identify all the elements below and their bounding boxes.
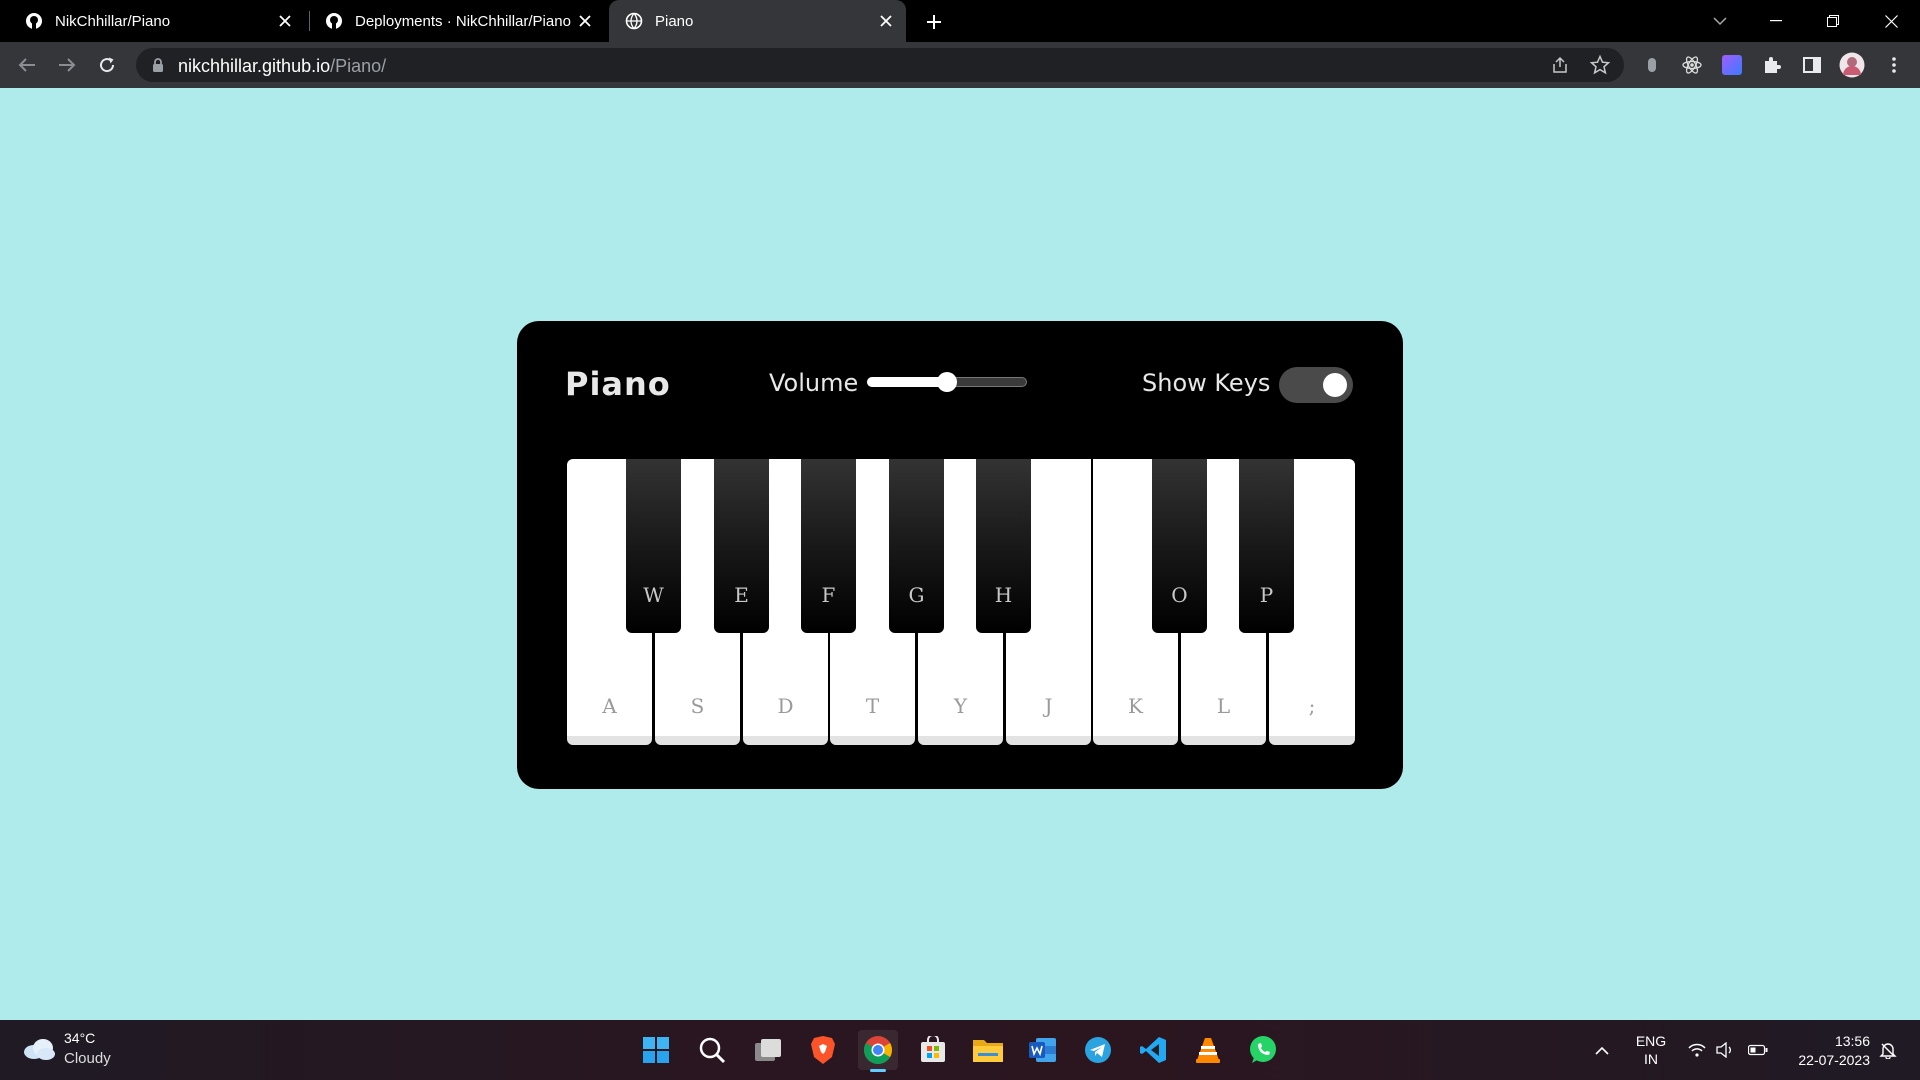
url-path: /Piano/ [330,56,387,76]
url-host: nikchhillar.github.io [178,56,331,76]
black-key[interactable]: W [626,459,681,633]
start-icon[interactable] [636,1030,676,1070]
globe-icon [624,11,644,31]
tab-deployments[interactable]: Deployments · NikChhillar/Piano [300,0,605,42]
show-keys-toggle[interactable] [1279,367,1353,403]
share-icon[interactable] [1548,53,1572,77]
store-icon[interactable] [913,1030,953,1070]
word-icon[interactable] [1023,1030,1063,1070]
lock-icon[interactable] [150,57,166,73]
vlc-icon[interactable] [1188,1030,1228,1070]
volume-label: Volume [769,369,859,397]
black-key[interactable]: E [714,459,769,633]
extension-mouse-icon[interactable] [1638,51,1666,79]
toggle-knob[interactable] [1323,373,1347,397]
piano-title: Piano [565,365,671,403]
black-key[interactable]: O [1152,459,1207,633]
github-icon [324,11,344,31]
url-text[interactable]: nikchhillar.github.io/Piano/ [178,56,386,77]
whatsapp-icon[interactable] [1243,1030,1283,1070]
wifi-icon[interactable] [1686,1020,1708,1080]
tab-title: Piano [655,12,694,30]
chrome-menu-icon[interactable] [1880,51,1908,79]
volume-thumb[interactable] [937,372,957,392]
close-tab-icon[interactable] [575,11,595,31]
language-code: ENG [1635,1033,1667,1049]
tab-piano[interactable]: Piano [609,0,906,42]
forward-button[interactable] [51,49,83,81]
close-tab-icon[interactable] [876,11,896,31]
side-panel-icon[interactable] [1798,51,1826,79]
address-bar[interactable]: nikchhillar.github.io/Piano/ [136,48,1624,82]
vscode-icon[interactable] [1133,1030,1173,1070]
black-key[interactable]: H [976,459,1031,633]
profile-avatar[interactable] [1838,51,1866,79]
chrome-icon[interactable] [858,1030,898,1072]
reload-button[interactable] [91,49,123,81]
region-code: IN [1644,1051,1658,1067]
black-key[interactable]: P [1239,459,1294,633]
search-icon[interactable] [692,1030,732,1070]
clock-date: 22-07-2023 [1798,1052,1870,1068]
taskbar-clock[interactable]: 13:56 22-07-2023 [1780,1032,1870,1070]
tab-title: Deployments · NikChhillar/Piano [355,12,571,30]
telegram-icon[interactable] [1078,1030,1118,1070]
show-keys-label: Show Keys [1142,369,1271,397]
language-indicator[interactable]: ENG IN [1634,1032,1668,1068]
volume-fill [867,377,947,387]
taskbar: 34°C Cloudy ENG IN 13:56 22-07-2023 [0,1020,1920,1080]
close-window-button[interactable] [1862,0,1920,42]
piano-keyboard: A S D T Y J K L ; W E F G H O P [567,459,1355,745]
cloud-icon[interactable] [22,1034,56,1062]
weather-temperature[interactable]: 34°C [64,1030,95,1046]
battery-icon[interactable] [1746,1020,1770,1080]
show-hidden-icons-chevron-icon[interactable] [1590,1020,1614,1080]
volume-slider[interactable] [867,372,1027,392]
back-button[interactable] [11,49,43,81]
black-key[interactable]: F [801,459,856,633]
weather-condition[interactable]: Cloudy [64,1050,111,1067]
extensions-puzzle-icon[interactable] [1758,51,1786,79]
task-view-icon[interactable] [748,1030,788,1070]
new-tab-button[interactable] [920,8,948,36]
running-indicator [870,1069,886,1072]
brave-icon[interactable] [803,1030,843,1070]
tab-title: NikChhillar/Piano [55,12,171,30]
bookmark-star-icon[interactable] [1588,53,1612,77]
volume-icon[interactable] [1714,1020,1736,1080]
tab-search-icon[interactable] [1691,0,1749,42]
minimize-button[interactable] [1747,0,1805,42]
piano-container: Piano Volume Show Keys A S D T Y J K L ;… [517,321,1403,789]
file-explorer-icon[interactable] [968,1030,1008,1070]
browser-toolbar: nikchhillar.github.io/Piano/ [0,42,1920,88]
tab-strip: NikChhillar/Piano Deployments · NikChhil… [0,0,1920,42]
react-devtools-icon[interactable] [1678,51,1706,79]
close-tab-icon[interactable] [275,11,295,31]
restore-button[interactable] [1804,0,1862,42]
gradient-extension-icon[interactable] [1718,51,1746,79]
notification-bell-icon[interactable] [1876,1020,1900,1080]
clock-time: 13:56 [1834,1033,1870,1049]
black-key[interactable]: G [889,459,944,633]
github-icon [24,11,44,31]
tab-nikchhillar-piano[interactable]: NikChhillar/Piano [0,0,305,42]
